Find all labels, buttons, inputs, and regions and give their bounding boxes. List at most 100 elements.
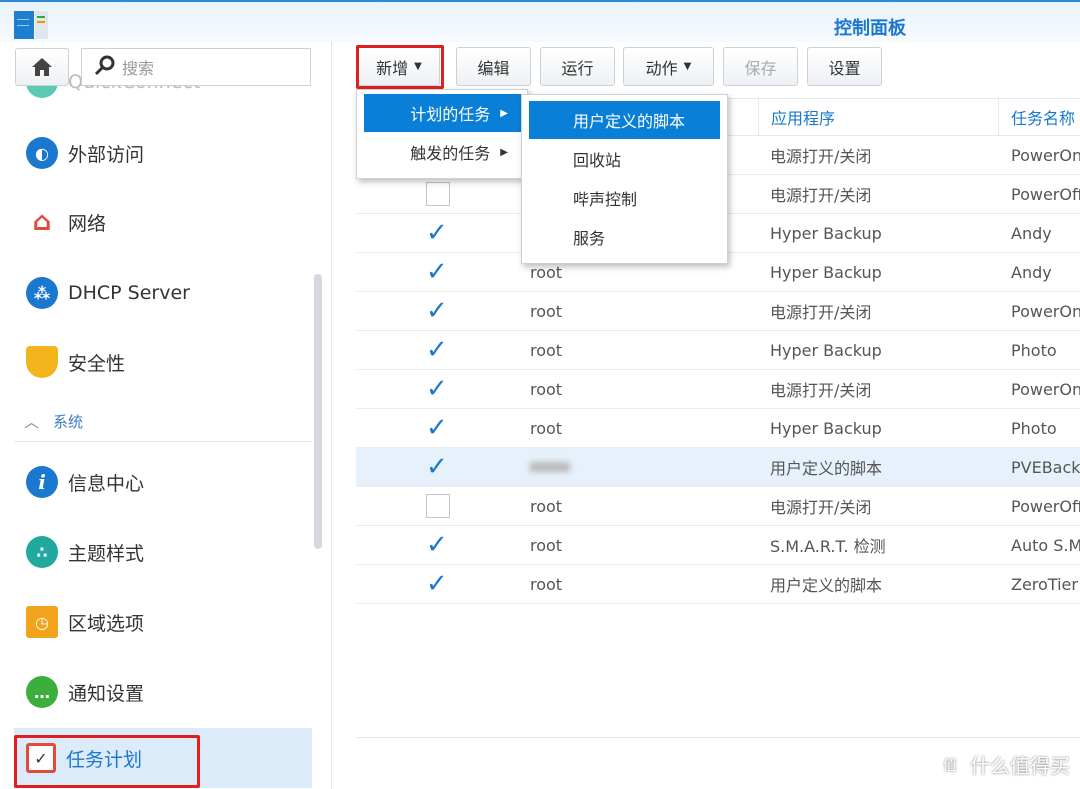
submenu-item-beep-control[interactable]: 哔声控制 (529, 179, 720, 217)
cell-owner: root (530, 418, 563, 438)
info-icon: i (26, 466, 58, 498)
settings-button[interactable]: 设置 (807, 47, 882, 86)
enabled-checkbox[interactable]: ✓ (426, 571, 450, 597)
search-input[interactable]: 搜索 (81, 48, 311, 86)
cell-app: 电源打开/关闭 (770, 498, 872, 517)
sidebar-item-network[interactable]: ⌂ 网络 (14, 192, 312, 252)
home-button[interactable] (15, 48, 69, 86)
home-icon (32, 58, 52, 76)
caret-down-icon: ▼ (683, 61, 692, 72)
submenu-item-user-script[interactable]: 用户定义的脚本 (529, 101, 720, 139)
shield-icon (26, 346, 58, 378)
redacted-owner (530, 462, 570, 472)
submenu-item-service[interactable]: 服务 (529, 218, 720, 256)
cell-task-name: ZeroTier (1011, 574, 1078, 594)
enabled-checkbox[interactable]: ✓ (426, 415, 450, 441)
cell-task-name: Photo (1011, 418, 1057, 438)
highlight-box (356, 45, 444, 89)
sidebar: QuickConnect 搜索 ◐外部访问 ⌂网络 ⁂DHCP Server 安… (0, 42, 332, 789)
cell-app: Hyper Backup (770, 340, 882, 360)
region-clock-icon: ◷ (26, 606, 58, 638)
table-footer-line (356, 737, 1080, 738)
dhcp-icon: ⁂ (26, 277, 58, 309)
cell-task-name: PowerOn (1011, 301, 1080, 321)
enabled-checkbox[interactable] (426, 494, 450, 518)
search-icon (94, 54, 116, 80)
table-row[interactable]: ✓ root 电源打开/关闭 PowerOn (356, 292, 1080, 331)
title-bar: 控制面板 (0, 0, 1080, 42)
cell-app: Hyper Backup (770, 418, 882, 438)
cell-task-name: PVEBackup (1011, 457, 1080, 477)
run-button[interactable]: 运行 (540, 47, 615, 86)
cell-task-name: Andy (1011, 262, 1052, 282)
cell-owner: root (530, 340, 563, 360)
highlight-box (14, 735, 200, 788)
menu-item-triggered-task[interactable]: 触发的任务 ▶ (364, 133, 522, 171)
sidebar-item-theme[interactable]: ∴ 主题样式 (14, 522, 312, 582)
window-title: 控制面板 (834, 18, 906, 39)
cell-task-name: Photo (1011, 340, 1057, 360)
sidebar-item-regional-options[interactable]: ◷ 区域选项 (14, 592, 312, 652)
header-app[interactable]: 应用程序 (758, 99, 998, 135)
enabled-checkbox[interactable]: ✓ (426, 220, 450, 246)
cell-task-name: PowerOn (1011, 145, 1080, 165)
cell-task-name: PowerOn (1011, 379, 1080, 399)
control-panel-icon (14, 11, 48, 39)
palette-icon: ∴ (26, 536, 58, 568)
table-row[interactable]: ✓ root Hyper Backup Photo (356, 331, 1080, 370)
cell-app: 电源打开/关闭 (770, 303, 872, 322)
network-house-icon: ⌂ (32, 207, 52, 237)
section-system[interactable]: ︿ 系统 (14, 402, 312, 442)
sidebar-item-dhcp-server[interactable]: ⁂ DHCP Server (14, 263, 312, 323)
sidebar-item-security[interactable]: 安全性 (14, 332, 312, 392)
enabled-checkbox[interactable]: ✓ (426, 454, 450, 480)
cell-app: Hyper Backup (770, 262, 882, 282)
globe-icon: ◐ (26, 137, 58, 169)
cell-task-name: PowerOff (1011, 184, 1080, 204)
enabled-checkbox[interactable]: ✓ (426, 337, 450, 363)
cell-app: Hyper Backup (770, 223, 882, 243)
chevron-up-icon: ︿ (24, 413, 40, 431)
cell-app: 用户定义的脚本 (770, 576, 883, 595)
cell-app: 电源打开/关闭 (770, 381, 872, 400)
table-row[interactable]: ✓ root S.M.A.R.T. 检测 Auto S.M.A.R.T. (356, 526, 1080, 565)
cell-owner: root (530, 535, 563, 555)
cell-task-name: Andy (1011, 223, 1052, 243)
cell-app: S.M.A.R.T. 检测 (770, 537, 886, 556)
enabled-checkbox[interactable]: ✓ (426, 259, 450, 285)
caret-right-icon: ▶ (500, 146, 508, 158)
cell-owner: root (530, 574, 563, 594)
submenu-item-recycle-bin[interactable]: 回收站 (529, 140, 720, 178)
sidebar-item-external-access[interactable]: ◐ 外部访问 (14, 123, 312, 183)
save-button[interactable]: 保存 (723, 47, 798, 86)
enabled-checkbox[interactable]: ✓ (426, 376, 450, 402)
edit-button[interactable]: 编辑 (456, 47, 531, 86)
enabled-checkbox[interactable]: ✓ (426, 532, 450, 558)
table-row[interactable]: ✓ root Hyper Backup Photo (356, 409, 1080, 448)
table-row[interactable]: ✓ root 电源打开/关闭 PowerOn (356, 370, 1080, 409)
enabled-checkbox[interactable]: ✓ (426, 298, 450, 324)
cell-task-name: PowerOff (1011, 496, 1080, 516)
cell-owner: root (530, 496, 563, 516)
cell-app: 电源打开/关闭 (770, 147, 872, 166)
table-row[interactable]: root 电源打开/关闭 PowerOff (356, 487, 1080, 526)
sidebar-item-notification[interactable]: … 通知设置 (14, 662, 312, 722)
table-row[interactable]: ✓ 用户定义的脚本 PVEBackup (356, 448, 1080, 487)
cell-app: 用户定义的脚本 (770, 459, 883, 478)
scheduled-task-submenu: 用户定义的脚本 回收站 哔声控制 服务 (521, 94, 728, 264)
action-button[interactable]: 动作 ▼ (623, 47, 714, 86)
cell-app: 电源打开/关闭 (770, 186, 872, 205)
menu-item-scheduled-task[interactable]: 计划的任务 ▶ (364, 94, 522, 132)
sidebar-scrollbar[interactable] (314, 274, 322, 549)
cell-task-name: Auto S.M.A.R.T. (1011, 535, 1080, 555)
header-task-name[interactable]: 任务名称 (998, 99, 1080, 135)
cell-owner: root (530, 379, 563, 399)
caret-right-icon: ▶ (500, 107, 508, 119)
table-row[interactable]: ✓ root 用户定义的脚本 ZeroTier (356, 565, 1080, 604)
cell-owner: root (530, 301, 563, 321)
watermark-logo-icon: 值 (936, 750, 964, 779)
watermark: 值什么值得买 (936, 750, 1070, 779)
sidebar-item-info-center[interactable]: i 信息中心 (14, 452, 312, 512)
enabled-checkbox[interactable] (426, 182, 450, 206)
add-dropdown-menu: 计划的任务 ▶ 触发的任务 ▶ (356, 89, 528, 179)
